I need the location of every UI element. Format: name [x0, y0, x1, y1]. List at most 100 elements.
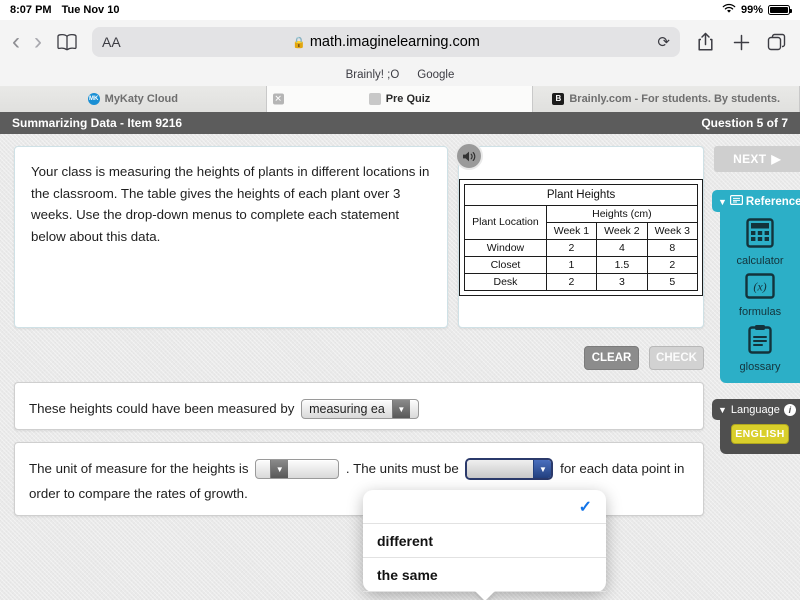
language-panel-header[interactable]: ▼ Language i [712, 399, 800, 420]
page-title: Summarizing Data - Item 9216 [12, 116, 182, 130]
tab-brainly[interactable]: B Brainly.com - For students. By student… [533, 86, 800, 112]
reference-item-formulas[interactable]: (x) formulas [720, 273, 800, 318]
cell-location: Desk [465, 273, 547, 290]
address-bar[interactable]: AA 🔒 math.imaginelearning.com ⟳ [92, 27, 680, 57]
tab-mykaty-cloud[interactable]: MK MyKaty Cloud [0, 86, 267, 112]
cell-location: Window [465, 239, 547, 256]
url-display: 🔒 math.imaginelearning.com [92, 34, 680, 50]
clear-button[interactable]: CLEAR [584, 346, 639, 370]
cell-week-2: 1.5 [597, 256, 647, 273]
select-value [256, 460, 270, 478]
calculator-icon [746, 218, 774, 253]
tab-label: Pre Quiz [386, 93, 431, 105]
play-triangle-icon: ▶ [771, 152, 781, 166]
status-time: 8:07 PM [10, 4, 52, 16]
language-panel-title: Language [731, 404, 780, 416]
cell-week-1: 2 [546, 239, 596, 256]
select-unit-of-measure[interactable]: ▼ [255, 459, 339, 479]
book-icon[interactable] [56, 33, 78, 51]
cell-week-2: 3 [597, 273, 647, 290]
url-text: math.imaginelearning.com [310, 34, 480, 50]
check-button[interactable]: CHECK [649, 346, 704, 370]
question-stem-text: Your class is measuring the heights of p… [31, 164, 429, 244]
triangle-down-icon: ▼ [718, 405, 727, 415]
plant-heights-table: Plant Heights Plant Location Heights (cm… [464, 184, 698, 291]
dropdown-option-the-same[interactable]: the same [363, 558, 606, 592]
chevron-down-icon: ▼ [270, 460, 288, 478]
reference-panel: ▼ Reference calculator (x) formulas [720, 190, 800, 383]
select-measurement-method[interactable]: measuring ea ▼ [301, 399, 419, 419]
info-icon[interactable]: i [784, 404, 796, 416]
prequiz-favicon [369, 93, 381, 105]
dropdown-option-different[interactable]: different [363, 524, 606, 558]
back-chevron-icon[interactable]: ‹ [12, 30, 20, 54]
chevron-down-icon: ▼ [392, 400, 410, 418]
reference-panel-header[interactable]: ▼ Reference [712, 190, 800, 212]
next-button[interactable]: NEXT ▶ [714, 146, 800, 172]
cell-week-3: 8 [647, 239, 697, 256]
bookmark-item-google[interactable]: Google [417, 69, 454, 81]
status-bar-right: 99% [722, 3, 790, 17]
glossary-clipboard-icon [747, 324, 773, 359]
svg-text:(x): (x) [753, 280, 766, 294]
reference-item-label: formulas [739, 306, 781, 318]
select-value [467, 460, 533, 478]
quiz-page-body: Your class is measuring the heights of p… [0, 134, 800, 600]
cell-week-3: 2 [647, 256, 697, 273]
app-header: Summarizing Data - Item 9216 Question 5 … [0, 112, 800, 134]
battery-icon [768, 5, 790, 15]
select-value: measuring ea [302, 400, 392, 418]
reference-item-label: calculator [736, 255, 783, 267]
forward-chevron-icon[interactable]: › [34, 30, 42, 54]
share-icon[interactable] [694, 31, 716, 53]
tab-label: Brainly.com - For students. By students. [569, 93, 780, 105]
dropdown-pointer-tail [475, 591, 495, 600]
data-table-panel: Plant Heights Plant Location Heights (cm… [458, 146, 704, 328]
table-header-row-1: Plant Location Heights (cm) [465, 205, 698, 222]
reload-icon[interactable]: ⟳ [657, 33, 670, 51]
cell-week-1: 2 [546, 273, 596, 290]
tab-pre-quiz[interactable]: ✕ Pre Quiz [267, 86, 534, 112]
speaker-icon[interactable] [455, 142, 483, 170]
table-row: Closet 1 1.5 2 [465, 256, 698, 273]
column-header-week-2: Week 2 [597, 222, 647, 239]
reference-item-glossary[interactable]: glossary [720, 324, 800, 373]
dropdown-option-label: the same [377, 567, 438, 583]
lock-icon: 🔒 [292, 36, 306, 49]
language-english-button[interactable]: ENGLISH [731, 424, 789, 444]
tab-close-icon[interactable]: ✕ [273, 94, 284, 105]
table-title: Plant Heights [465, 184, 698, 205]
cell-location: Closet [465, 256, 547, 273]
table-row: Desk 2 3 5 [465, 273, 698, 290]
table-row: Window 2 4 8 [465, 239, 698, 256]
reference-item-calculator[interactable]: calculator [720, 218, 800, 267]
tab-bar: MK MyKaty Cloud ✕ Pre Quiz B Brainly.com… [0, 86, 800, 112]
question-stem-panel: Your class is measuring the heights of p… [14, 146, 448, 328]
quiz-content-column: Your class is measuring the heights of p… [14, 146, 704, 328]
formulas-icon: (x) [745, 273, 775, 304]
status-date: Tue Nov 10 [62, 4, 120, 16]
language-panel: ▼ Language i ENGLISH [720, 399, 800, 454]
reference-panel-title: Reference [746, 196, 800, 208]
next-button-label: NEXT [733, 152, 766, 166]
statement-2-text-1: The unit of measure for the heights is [29, 461, 249, 476]
battery-percent: 99% [741, 4, 763, 16]
dropdown-option-blank[interactable]: ✓ [363, 490, 606, 524]
select-units-comparison[interactable]: ▼ [465, 458, 553, 480]
right-sidebar: NEXT ▶ ▼ Reference calculator (x) [710, 134, 800, 454]
question-counter: Question 5 of 7 [701, 116, 788, 130]
bookmark-item-brainly[interactable]: Brainly! ;O [346, 69, 400, 81]
chevron-down-icon: ▼ [533, 460, 551, 478]
tabs-icon[interactable] [766, 31, 788, 53]
cell-week-2: 4 [597, 239, 647, 256]
column-header-week-1: Week 1 [546, 222, 596, 239]
plant-heights-table-wrapper: Plant Heights Plant Location Heights (cm… [459, 179, 703, 296]
select-options-popup[interactable]: ✓ different the same [363, 490, 606, 592]
reference-item-label: glossary [740, 361, 781, 373]
plus-icon[interactable] [730, 31, 752, 53]
triangle-down-icon: ▼ [718, 197, 727, 207]
tab-label: MyKaty Cloud [105, 93, 178, 105]
text-size-button[interactable]: AA [102, 34, 121, 50]
statement-1-panel: These heights could have been measured b… [14, 382, 704, 430]
dropdown-option-label: different [377, 533, 433, 549]
